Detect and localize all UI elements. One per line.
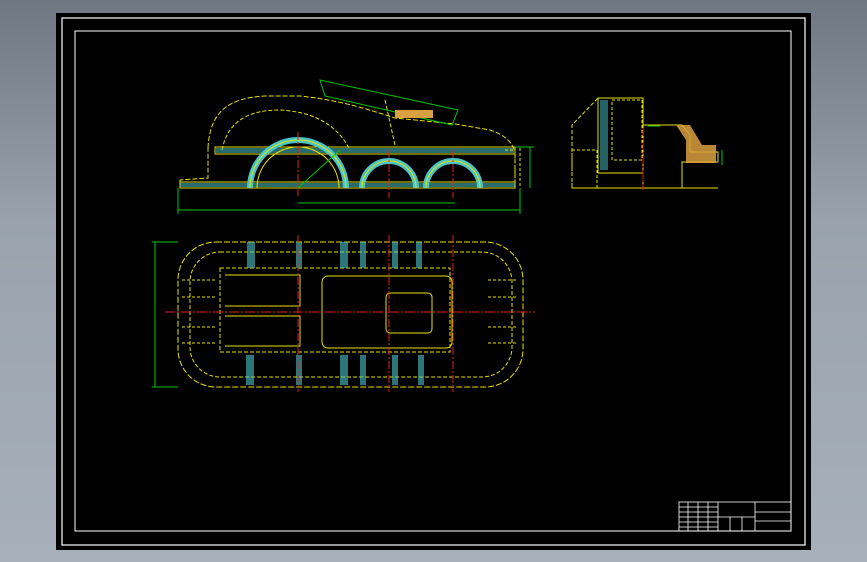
- top-cavity: [219, 267, 451, 353]
- side-wall-hatch: [600, 100, 608, 170]
- front-top-hatch: [216, 148, 514, 153]
- top-left-pockets: [225, 274, 301, 347]
- top-boss: [385, 292, 433, 334]
- side-foot: [571, 149, 598, 189]
- side-section-fill: [676, 125, 716, 163]
- side-section-view: [571, 97, 723, 190]
- title-block: [678, 501, 792, 532]
- cad-drawing-canvas: [61, 17, 806, 546]
- top-hatched-webs: [246, 242, 424, 385]
- top-inner-outline: [189, 251, 513, 378]
- sheet-outer-border: [61, 17, 806, 546]
- cad-drawing-viewport[interactable]: [56, 13, 811, 550]
- side-inner: [611, 99, 643, 161]
- front-outline: [179, 95, 516, 189]
- front-section-view: [177, 79, 534, 214]
- cover-support: [384, 99, 396, 146]
- cover-section: [395, 110, 433, 118]
- sheet-inner-frame: [74, 30, 792, 532]
- top-outline: [177, 241, 524, 388]
- top-view: [152, 235, 535, 392]
